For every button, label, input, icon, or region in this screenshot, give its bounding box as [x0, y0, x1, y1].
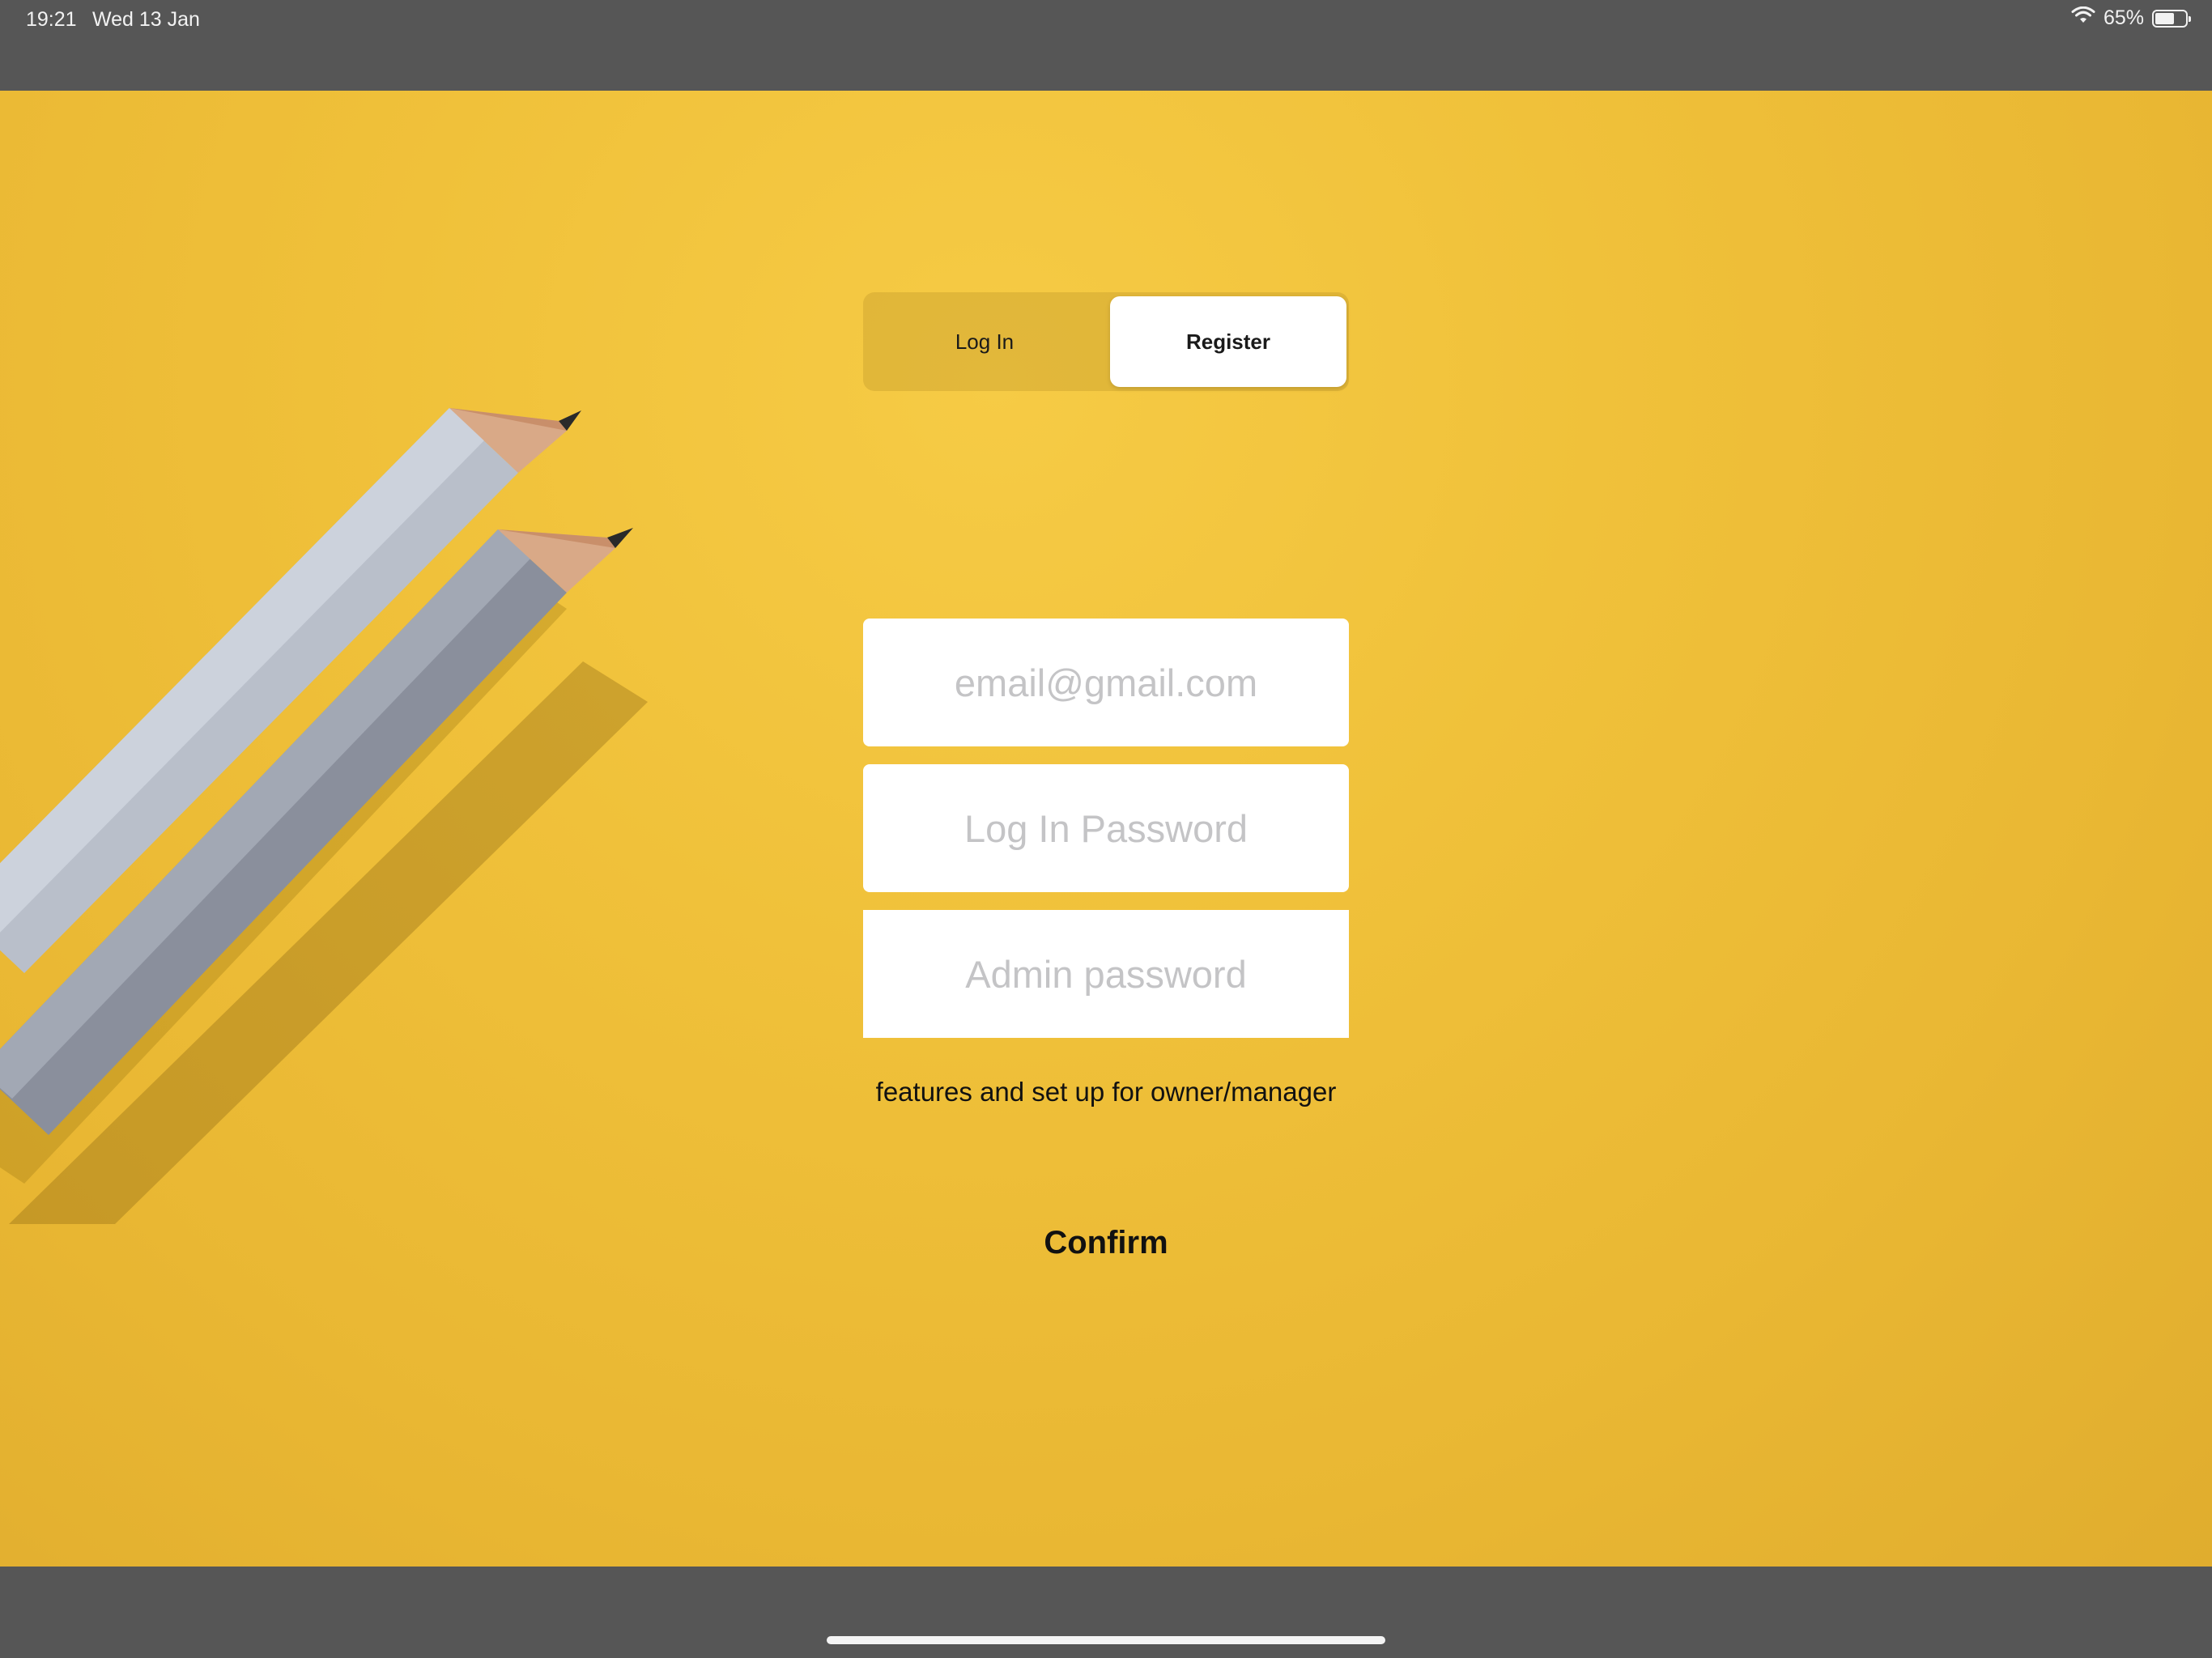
battery-fill [2155, 12, 2174, 24]
bottom-bar [0, 1567, 2212, 1658]
confirm-button[interactable]: Confirm [944, 1214, 1268, 1271]
tab-register[interactable]: Register [1110, 296, 1346, 387]
status-indicators: 65% [2071, 6, 2191, 30]
pencils-image [0, 408, 648, 1224]
tab-log-in[interactable]: Log In [863, 292, 1106, 391]
admin-caption: features and set up for owner/manager [875, 1077, 1337, 1107]
ipad-screen: 19:21 Wed 13 Jan 65% Log In Register ema… [0, 0, 2212, 1658]
battery-icon [2152, 9, 2191, 28]
status-date: Wed 13 Jan [92, 8, 200, 31]
log-in-password-field[interactable] [863, 764, 1349, 892]
home-indicator[interactable] [827, 1636, 1385, 1644]
status-bar: 19:21 Wed 13 Jan 65% [0, 0, 2212, 91]
wifi-icon [2071, 6, 2095, 30]
email-field[interactable] [863, 619, 1349, 746]
login-register-toggle: Log In Register [863, 292, 1349, 391]
battery-percent: 65% [2103, 6, 2144, 29]
admin-password-field[interactable] [863, 910, 1349, 1038]
status-time: 19:21 [26, 8, 77, 31]
